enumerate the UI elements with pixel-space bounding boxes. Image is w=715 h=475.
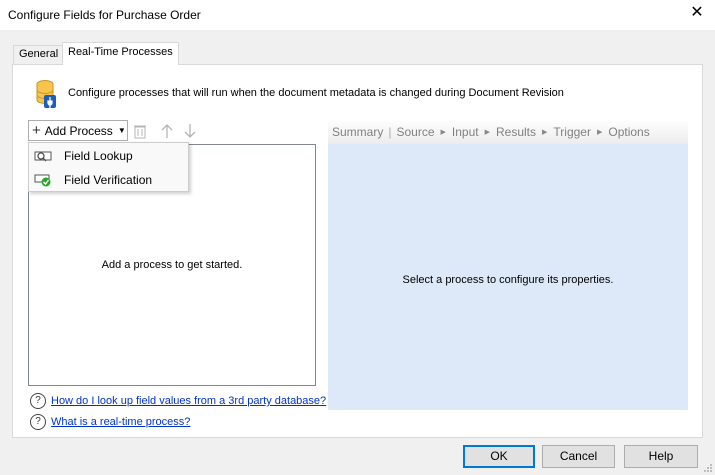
tab-general[interactable]: General: [13, 45, 65, 64]
properties-pane: Select a process to configure its proper…: [328, 144, 688, 410]
breadcrumb-input[interactable]: Input: [452, 125, 479, 139]
help-link-real-time-process[interactable]: What is a real-time process?: [51, 416, 190, 428]
menu-item-field-verification[interactable]: Field Verification: [30, 168, 188, 191]
question-icon: ?: [30, 393, 46, 409]
tab-real-time-processes[interactable]: Real-Time Processes: [62, 42, 179, 65]
arrow-up-icon[interactable]: [159, 123, 175, 139]
question-icon: ?: [30, 414, 46, 430]
arrow-right-icon: ▶: [484, 128, 490, 136]
add-process-label: Add Process: [44, 123, 113, 138]
window-title: Configure Fields for Purchase Order: [8, 8, 201, 22]
breadcrumb: Summary | Source ▶ Input ▶ Results ▶ Tri…: [328, 119, 688, 144]
arrow-right-icon: ▶: [596, 128, 603, 136]
database-icon: [36, 80, 56, 108]
title-bar: Configure Fields for Purchase Order ✕: [0, 0, 715, 30]
tab-panel: Configure processes that will run when t…: [12, 64, 703, 438]
breadcrumb-source[interactable]: Source: [396, 125, 434, 139]
trash-icon[interactable]: [132, 123, 148, 139]
cancel-button[interactable]: Cancel: [542, 445, 615, 468]
arrow-right-icon: ▶: [542, 128, 548, 136]
intro-text: Configure processes that will run when t…: [68, 87, 564, 99]
chevron-down-icon: ▼: [117, 126, 126, 135]
help-link-database-lookup[interactable]: How do I look up field values from a 3rd…: [51, 395, 326, 407]
menu-item-label: Field Lookup: [64, 148, 133, 163]
menu-item-label: Field Verification: [64, 172, 153, 187]
field-verification-icon: [34, 174, 51, 186]
menu-item-field-lookup[interactable]: Field Lookup: [30, 144, 188, 167]
breadcrumb-trigger[interactable]: Trigger: [553, 125, 591, 139]
add-process-menu: Field Lookup Field Verification: [28, 142, 189, 192]
plus-icon: +: [32, 121, 41, 139]
process-toolbar: + Add Process ▼: [28, 120, 315, 142]
help-row-database: ? How do I look up field values from a 3…: [30, 392, 326, 410]
arrow-down-icon[interactable]: [182, 123, 198, 139]
breadcrumb-summary[interactable]: Summary: [332, 125, 383, 139]
breadcrumb-results[interactable]: Results: [496, 125, 536, 139]
add-process-button[interactable]: + Add Process ▼: [28, 120, 128, 141]
ok-button[interactable]: OK: [463, 445, 535, 468]
empty-process-message: Add a process to get started.: [101, 259, 243, 271]
breadcrumb-divider: |: [388, 124, 392, 139]
field-lookup-icon: [34, 151, 52, 162]
empty-properties-message: Select a process to configure its proper…: [402, 274, 614, 286]
help-button[interactable]: Help: [624, 445, 698, 468]
close-icon[interactable]: ✕: [689, 5, 705, 21]
resize-grip-icon[interactable]: [703, 463, 713, 473]
breadcrumb-options[interactable]: Options: [608, 125, 649, 139]
help-row-realtime: ? What is a real-time process?: [30, 413, 190, 431]
arrow-right-icon: ▶: [440, 128, 446, 136]
